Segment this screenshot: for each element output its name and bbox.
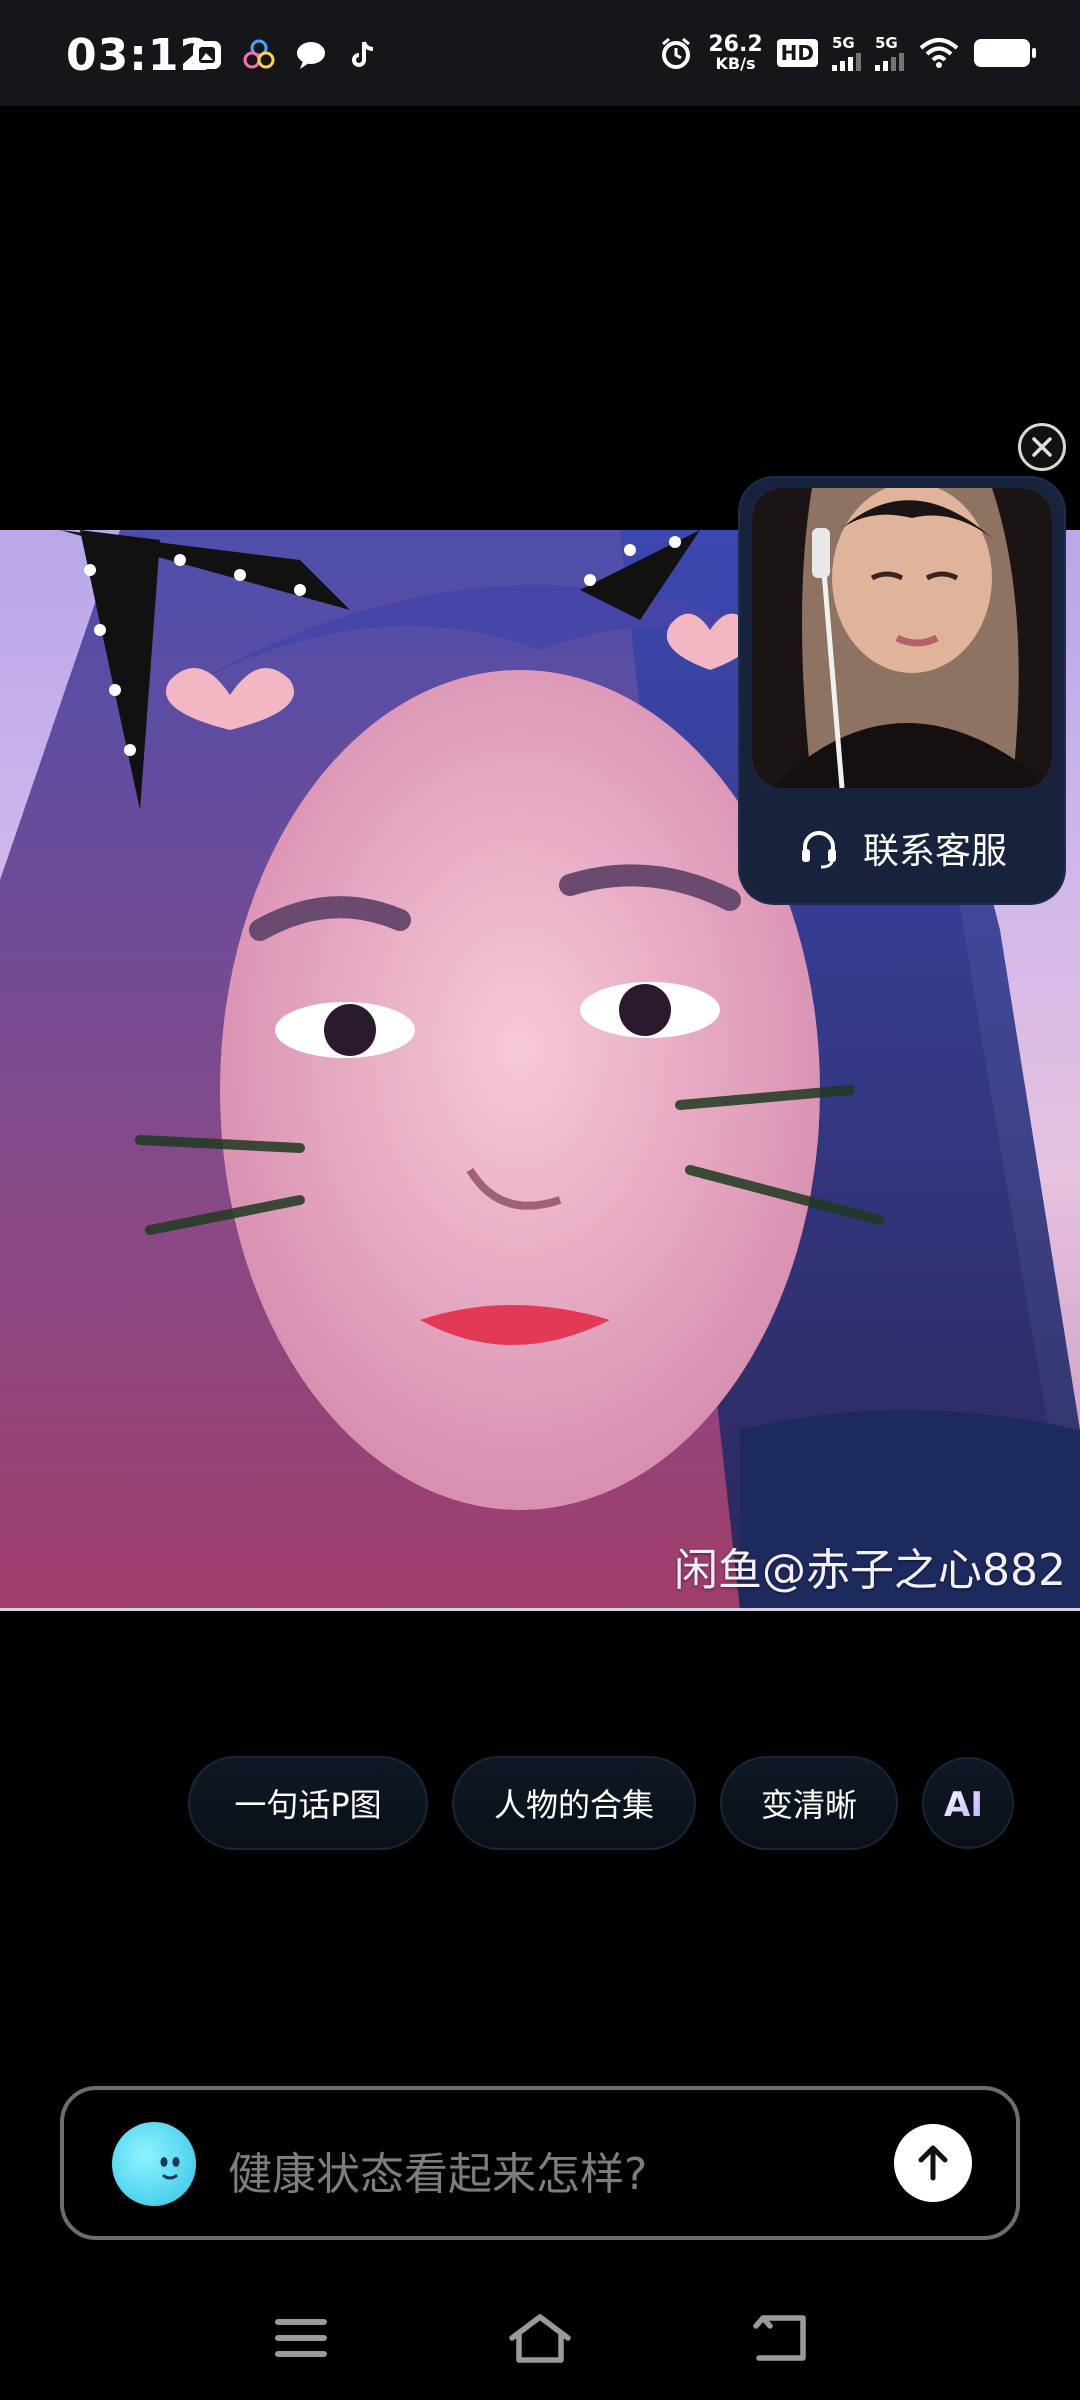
- sim1-label: 5G: [832, 33, 855, 52]
- signal-icon: 5G: [875, 33, 904, 71]
- chat-input[interactable]: 健康状态看起来怎样?: [60, 2086, 1020, 2240]
- flower-app-icon: [243, 39, 275, 69]
- sim2-label: 5G: [875, 33, 898, 52]
- status-bar: 03:12 26.2 KB/s HD 5G 5G: [0, 0, 1080, 106]
- network-speed: 26.2 KB/s: [708, 34, 762, 72]
- assistant-face-icon: [160, 2157, 180, 2180]
- photo-watermark: 闲鱼@赤子之心882: [674, 1545, 1066, 1596]
- arrow-up-icon: [918, 2145, 948, 2181]
- back-icon: [753, 2315, 806, 2361]
- alarm-icon: [662, 37, 691, 69]
- network-speed-value: 26.2: [708, 32, 763, 57]
- video-thumbnail[interactable]: [752, 488, 1052, 788]
- chip-one-sentence-edit[interactable]: 一句话P图: [188, 1756, 428, 1850]
- tiktok-icon: [352, 41, 374, 67]
- menu-icon: [275, 2319, 327, 2357]
- ai-button[interactable]: AI: [922, 1757, 1014, 1849]
- send-button[interactable]: [894, 2124, 972, 2202]
- gallery-app-icon: [193, 41, 221, 69]
- menu-button[interactable]: [266, 2308, 336, 2368]
- chip-enhance-clarity[interactable]: 变清晰: [720, 1756, 898, 1850]
- ai-icon: AI: [944, 1785, 983, 1823]
- hd-label: HD: [776, 39, 818, 67]
- photo-edge: [0, 1608, 1080, 1611]
- back-button[interactable]: [746, 2308, 816, 2368]
- status-icons: 26.2 KB/s HD 5G 5G: [658, 33, 1036, 72]
- notification-icons: [190, 38, 380, 72]
- contact-support-label: 联系客服: [862, 831, 1007, 872]
- close-icon: [1032, 437, 1052, 457]
- customer-service-card[interactable]: 联系客服: [740, 478, 1064, 903]
- close-button[interactable]: [1018, 423, 1066, 471]
- chat-bubble-icon: [297, 42, 325, 69]
- thumbnail-illustration: [752, 488, 1052, 788]
- ai-label: AI: [944, 1785, 983, 1823]
- headset-icon: [801, 831, 836, 869]
- battery-icon: [974, 39, 1036, 67]
- signal-icon: 5G: [832, 33, 861, 71]
- home-button[interactable]: [505, 2308, 575, 2368]
- chip-people-collection[interactable]: 人物的合集: [452, 1756, 696, 1850]
- wifi-icon: [919, 38, 959, 68]
- network-speed-unit: KB/s: [715, 54, 756, 73]
- suggestion-chips: 一句话P图 人物的合集 变清晰 AI: [188, 1756, 1014, 1850]
- assistant-avatar[interactable]: [112, 2122, 196, 2206]
- system-nav-bar: [0, 2280, 1080, 2400]
- input-placeholder: 健康状态看起来怎样?: [228, 2149, 648, 2200]
- hd-icon: HD: [776, 39, 818, 67]
- home-icon: [509, 2314, 571, 2363]
- contact-support-button[interactable]: 联系客服: [740, 798, 1064, 898]
